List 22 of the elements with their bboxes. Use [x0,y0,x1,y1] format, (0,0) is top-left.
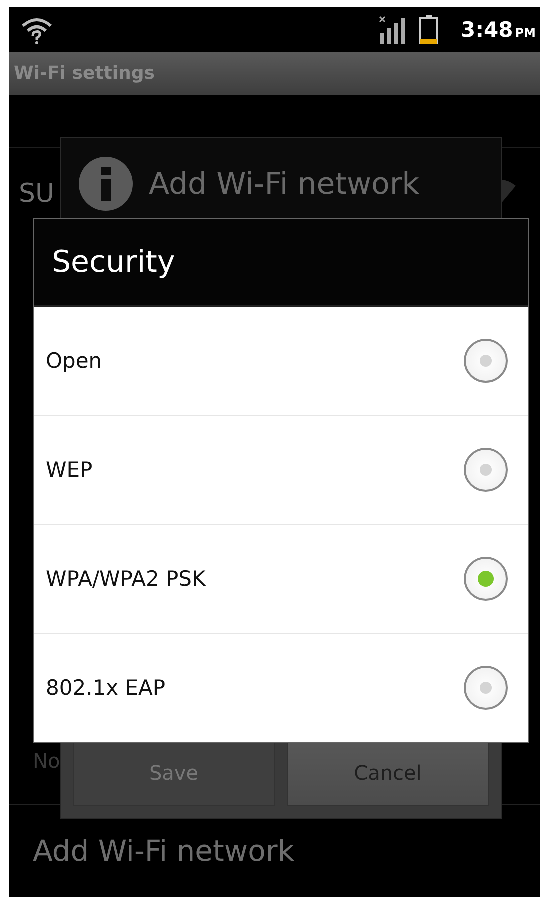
option-label: 802.1x EAP [46,676,166,700]
dialog-title: Add Wi-Fi network [149,166,420,202]
signal-icon [379,16,408,44]
dialog-title: Security [52,244,176,280]
security-option[interactable]: 802.1x EAP [34,633,528,742]
radio-button[interactable] [464,448,508,492]
add-network-label: Add Wi-Fi network [33,834,295,868]
network-name: SU [19,178,55,210]
option-label: WEP [46,458,93,482]
clock-time: 3:48 [461,18,514,42]
radio-button[interactable] [464,339,508,383]
option-label: WPA/WPA2 PSK [46,567,206,591]
security-option[interactable]: Open [34,307,528,415]
security-option[interactable]: WEP [34,415,528,524]
info-icon [79,157,133,211]
radio-button[interactable] [464,557,508,601]
security-option[interactable]: WPA/WPA2 PSK [34,524,528,633]
clock-period: PM [515,26,536,40]
battery-icon [419,14,440,44]
radio-button[interactable] [464,666,508,710]
screen-title: Wi-Fi settings [14,63,155,84]
option-label: Open [46,349,102,373]
